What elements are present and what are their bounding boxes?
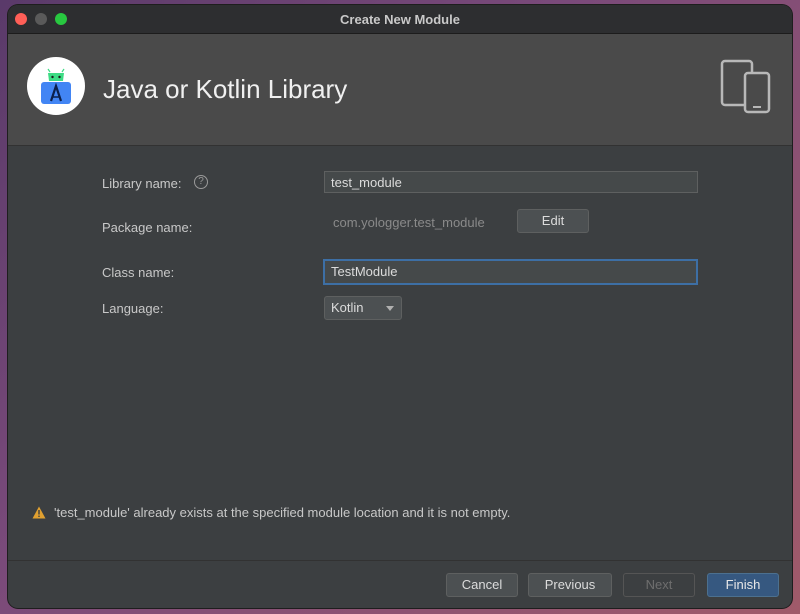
warning-message: 'test_module' already exists at the spec… bbox=[32, 505, 510, 520]
wizard-header: Java or Kotlin Library bbox=[8, 34, 792, 146]
finish-button[interactable]: Finish bbox=[707, 573, 779, 597]
warning-text: 'test_module' already exists at the spec… bbox=[54, 505, 511, 520]
previous-button[interactable]: Previous bbox=[528, 573, 612, 597]
warning-icon bbox=[32, 506, 46, 519]
android-studio-logo bbox=[27, 57, 85, 115]
package-name-label: Package name: bbox=[102, 220, 193, 235]
dialog-footer: Cancel Previous Next Finish bbox=[8, 560, 792, 608]
language-select[interactable]: Kotlin bbox=[324, 296, 402, 320]
device-icon bbox=[720, 59, 772, 120]
library-name-label: Library name: bbox=[102, 176, 182, 191]
class-name-input[interactable]: TestModule bbox=[323, 259, 698, 285]
library-name-input[interactable]: test_module bbox=[324, 171, 698, 193]
dialog-window: Create New Module Java or Kotlin Library bbox=[8, 5, 792, 608]
language-label: Language: bbox=[102, 301, 164, 316]
next-button[interactable]: Next bbox=[623, 573, 695, 597]
edit-package-button[interactable]: Edit bbox=[517, 209, 589, 233]
page-title: Java or Kotlin Library bbox=[103, 74, 348, 104]
help-icon[interactable]: ? bbox=[194, 175, 208, 189]
cancel-button[interactable]: Cancel bbox=[446, 573, 518, 597]
window-title: Create New Module bbox=[340, 12, 460, 27]
package-name-value: com.yologger.test_module bbox=[333, 215, 485, 230]
chevron-down-icon bbox=[386, 306, 394, 311]
title-bar: Create New Module bbox=[8, 5, 792, 34]
class-name-label: Class name: bbox=[102, 265, 175, 280]
language-value: Kotlin bbox=[331, 300, 364, 315]
